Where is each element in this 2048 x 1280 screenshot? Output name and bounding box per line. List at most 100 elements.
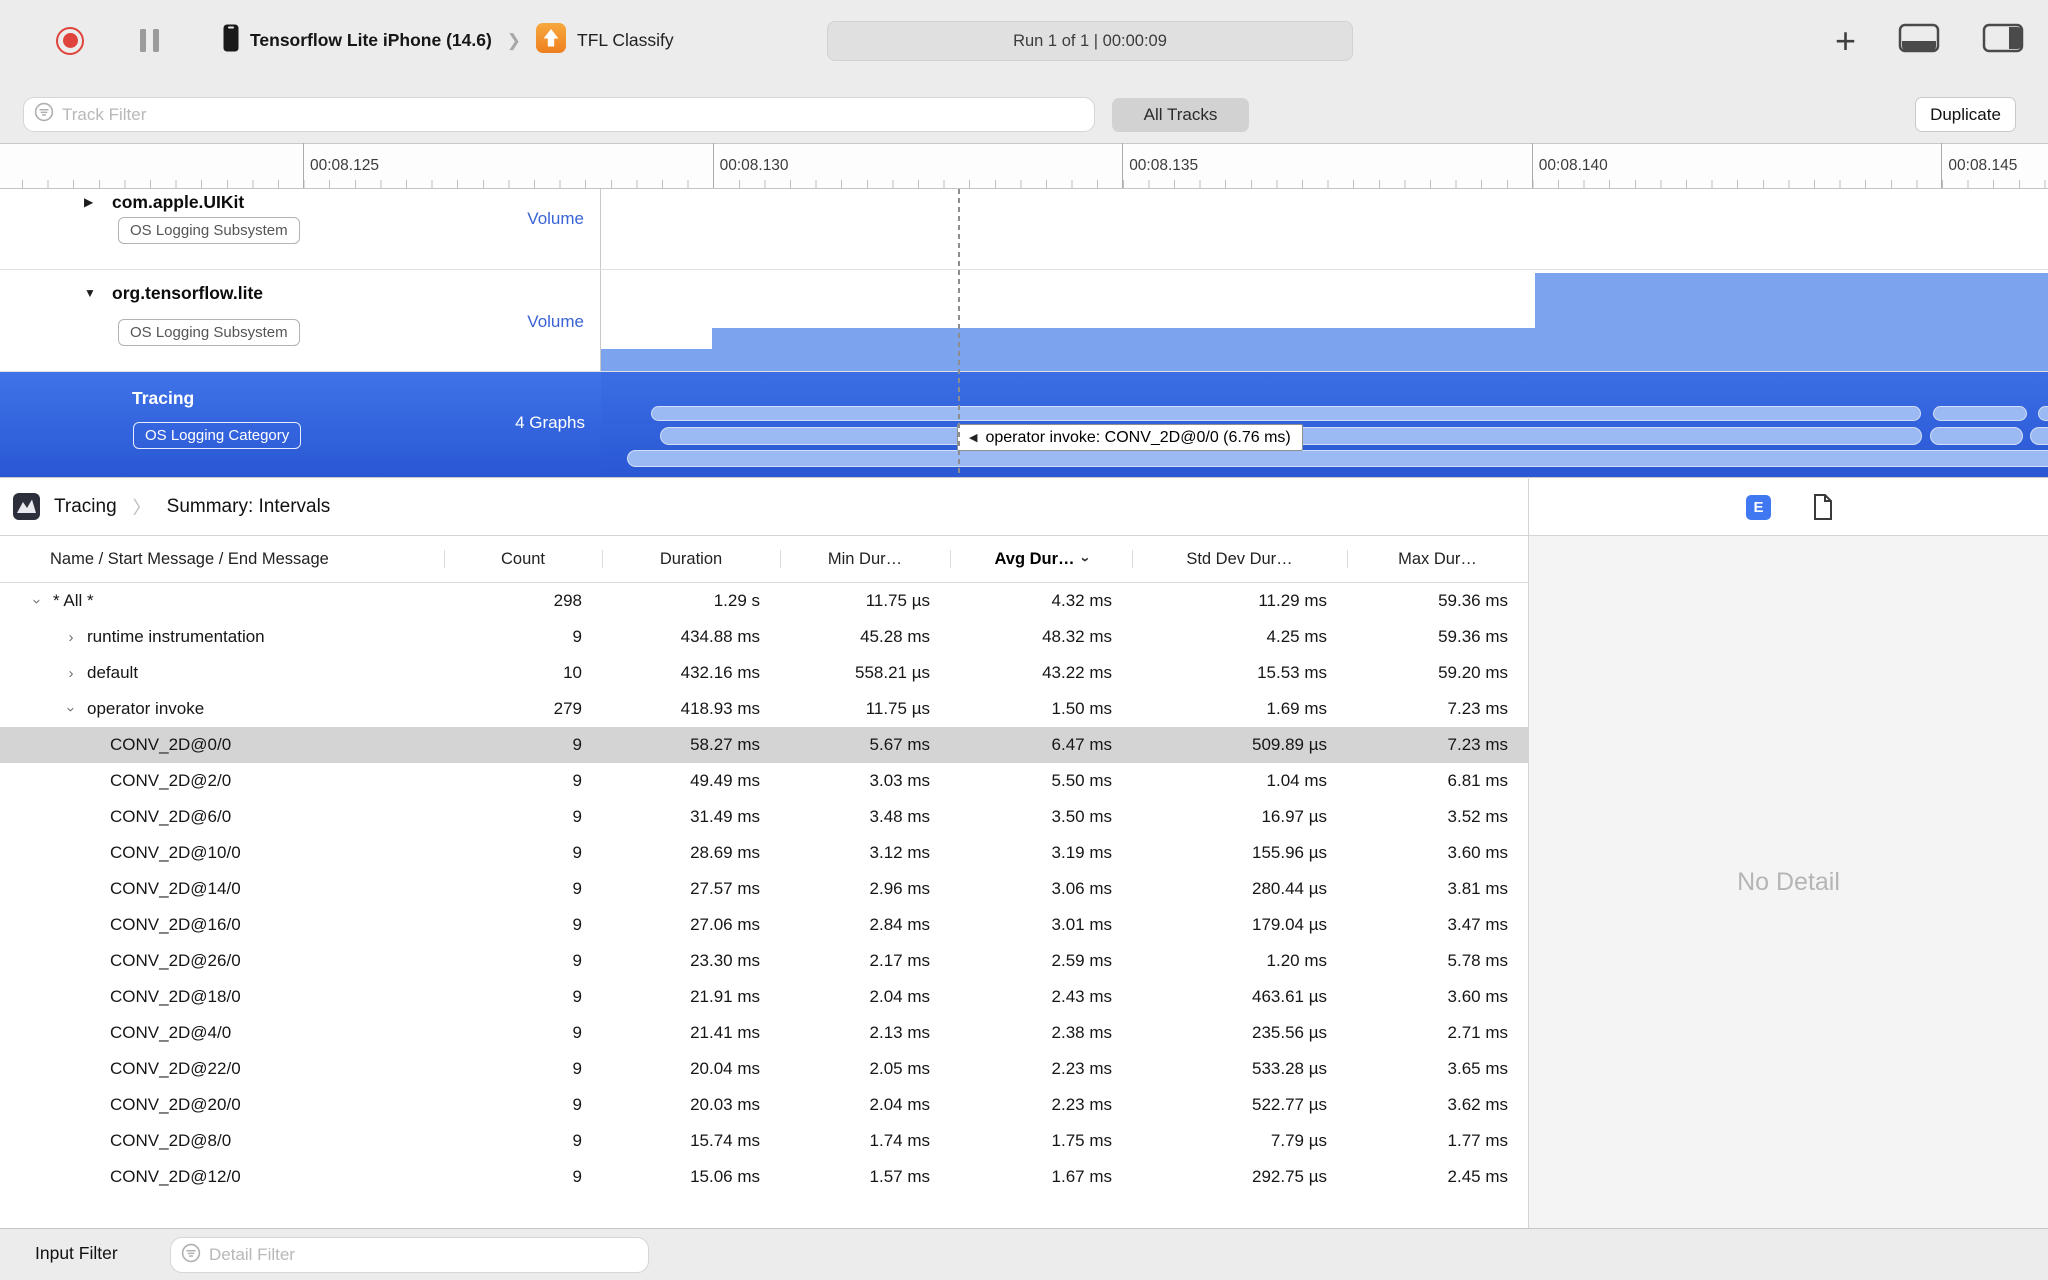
add-instrument-button[interactable]: + [1835, 22, 1856, 59]
track-meta[interactable]: Volume [527, 209, 584, 229]
chevron-right-icon: ❯ [506, 30, 522, 50]
table-row[interactable]: ›CONV_2D@18/0 9 21.91 ms 2.04 ms 2.43 ms… [0, 979, 1528, 1015]
track-label-tracing[interactable]: Tracing OS Logging Category 4 Graphs [0, 372, 601, 477]
table-row[interactable]: ›CONV_2D@16/0 9 27.06 ms 2.84 ms 3.01 ms… [0, 907, 1528, 943]
row-duration: 58.27 ms [690, 735, 760, 754]
track-label-uikit[interactable]: ▶ com.apple.UIKit OS Logging Subsystem V… [0, 189, 601, 269]
table-row[interactable]: ›CONV_2D@20/0 9 20.03 ms 2.04 ms 2.23 ms… [0, 1087, 1528, 1123]
track-timeline-tensorflow[interactable] [601, 270, 2048, 371]
table-row[interactable]: › runtime instrumentation 9 434.88 ms 45.… [0, 619, 1528, 655]
track-meta[interactable]: 4 Graphs [515, 413, 585, 433]
table-row[interactable]: ›CONV_2D@8/0 9 15.74 ms 1.74 ms 1.75 ms … [0, 1123, 1528, 1159]
intervals-table-body: › * All * 298 1.29 s 11.75 µs 4.32 ms 11.… [0, 583, 1528, 1195]
row-max-duration: 59.36 ms [1438, 591, 1508, 610]
iphone-icon [223, 24, 239, 57]
interval-bar[interactable] [1933, 406, 2027, 421]
row-min-duration: 2.84 ms [869, 915, 930, 934]
disclosure-chevron[interactable]: › [63, 665, 79, 682]
row-name: CONV_2D@14/0 [110, 879, 241, 898]
app-icon [536, 23, 567, 58]
playhead[interactable] [958, 189, 960, 477]
toggle-bottom-pane-button[interactable] [1898, 23, 1940, 58]
track-badge: OS Logging Subsystem [118, 319, 300, 346]
detail-filter-input[interactable] [209, 1245, 648, 1265]
column-header-stddev[interactable]: Std Dev Dur… [1132, 550, 1347, 569]
track-filter-input[interactable] [62, 104, 1094, 125]
row-count: 9 [572, 1059, 582, 1078]
column-header-max[interactable]: Max Dur… [1347, 550, 1528, 569]
table-row[interactable]: › operator invoke 279 418.93 ms 11.75 µs … [0, 691, 1528, 727]
pause-button[interactable] [140, 29, 159, 52]
row-max-duration: 3.81 ms [1447, 879, 1508, 898]
disclosure-collapsed-icon[interactable]: ▶ [84, 195, 93, 209]
track-meta[interactable]: Volume [527, 312, 584, 332]
track-timeline-tracing[interactable]: ◀ operator invoke: CONV_2D@0/0 (6.76 ms) [601, 372, 2048, 477]
row-min-duration: 2.05 ms [869, 1059, 930, 1078]
detail-filter-field[interactable] [170, 1237, 649, 1273]
row-min-duration: 3.48 ms [869, 807, 930, 826]
interval-bar[interactable] [627, 450, 2048, 467]
disclosure-chevron[interactable]: › [63, 629, 79, 646]
row-duration: 432.16 ms [680, 663, 760, 682]
track-name: Tracing [132, 388, 195, 408]
extended-detail-button[interactable]: E [1746, 495, 1771, 520]
table-row[interactable]: › * All * 298 1.29 s 11.75 µs 4.32 ms 11.… [0, 583, 1528, 619]
column-header-count[interactable]: Count [444, 550, 602, 569]
row-name: runtime instrumentation [87, 627, 265, 646]
panel-divider[interactable] [1528, 477, 1529, 1228]
row-name: operator invoke [87, 699, 205, 718]
row-name: CONV_2D@26/0 [110, 951, 241, 970]
table-row[interactable]: ›CONV_2D@12/0 9 15.06 ms 1.57 ms 1.67 ms… [0, 1159, 1528, 1195]
breadcrumb-root[interactable]: Tracing [54, 496, 117, 518]
interval-bar[interactable] [1930, 427, 2023, 445]
toggle-right-pane-button[interactable] [1982, 23, 2024, 58]
column-header-duration[interactable]: Duration [602, 550, 780, 569]
column-header-min[interactable]: Min Dur… [780, 550, 950, 569]
table-row[interactable]: ›CONV_2D@2/0 9 49.49 ms 3.03 ms 5.50 ms … [0, 763, 1528, 799]
target-selector[interactable]: Tensorflow Lite iPhone (14.6) ❯ TFL Clas… [223, 23, 674, 58]
interval-bar[interactable] [2038, 406, 2048, 421]
table-row[interactable]: ›CONV_2D@26/0 9 23.30 ms 2.17 ms 2.59 ms… [0, 943, 1528, 979]
all-tracks-button[interactable]: All Tracks [1112, 98, 1249, 132]
interval-bar[interactable] [2030, 427, 2048, 445]
row-min-duration: 1.57 ms [869, 1167, 930, 1186]
table-row[interactable]: ›CONV_2D@6/0 9 31.49 ms 3.48 ms 3.50 ms … [0, 799, 1528, 835]
table-row[interactable]: ›CONV_2D@0/0 9 58.27 ms 5.67 ms 6.47 ms … [0, 727, 1528, 763]
table-row[interactable]: ›CONV_2D@10/0 9 28.69 ms 3.12 ms 3.19 ms… [0, 835, 1528, 871]
disclosure-chevron[interactable]: › [63, 701, 80, 717]
row-name: CONV_2D@20/0 [110, 1095, 241, 1114]
track-name: com.apple.UIKit [112, 192, 245, 212]
track-filter-field[interactable] [23, 97, 1095, 132]
row-avg-duration: 3.01 ms [1051, 915, 1112, 934]
disclosure-chevron[interactable]: › [29, 593, 46, 609]
timeline-ruler[interactable]: 00:08.125 00:08.130 00:08.135 00:08.140 00:0… [0, 143, 2048, 189]
row-avg-duration: 6.47 ms [1051, 735, 1112, 754]
column-header-avg[interactable]: Avg Dur… › [950, 550, 1132, 569]
row-min-duration: 3.12 ms [869, 843, 930, 862]
duplicate-button[interactable]: Duplicate [1915, 97, 2016, 132]
track-row-tracing: Tracing OS Logging Category 4 Graphs ◀ o… [0, 372, 2048, 477]
interval-bar[interactable] [651, 406, 1921, 421]
disclosure-expanded-icon[interactable]: ▼ [84, 286, 96, 300]
row-max-duration: 3.65 ms [1447, 1059, 1508, 1078]
track-label-tensorflow[interactable]: ▼ org.tensorflow.lite OS Logging Subsyst… [0, 270, 601, 371]
track-timeline-uikit[interactable] [601, 189, 2048, 269]
table-row[interactable]: › default 10 432.16 ms 558.21 µs 43.22 ms… [0, 655, 1528, 691]
track-badge: OS Logging Subsystem [118, 217, 300, 244]
row-duration: 20.03 ms [690, 1095, 760, 1114]
ruler-label: 00:08.135 [1122, 143, 1198, 188]
record-button[interactable] [56, 26, 84, 55]
column-header-name[interactable]: Name / Start Message / End Message [0, 550, 444, 569]
row-stddev-duration: 16.97 µs [1261, 807, 1327, 826]
table-row[interactable]: ›CONV_2D@4/0 9 21.41 ms 2.13 ms 2.38 ms … [0, 1015, 1528, 1051]
row-max-duration: 2.71 ms [1447, 1023, 1508, 1042]
breadcrumb-page[interactable]: Summary: Intervals [167, 496, 331, 518]
row-count: 9 [572, 915, 582, 934]
row-max-duration: 59.20 ms [1438, 663, 1508, 682]
table-row[interactable]: ›CONV_2D@22/0 9 20.04 ms 2.05 ms 2.23 ms… [0, 1051, 1528, 1087]
row-stddev-duration: 11.29 ms [1258, 591, 1327, 610]
row-avg-duration: 2.43 ms [1051, 987, 1112, 1006]
table-row[interactable]: ›CONV_2D@14/0 9 27.57 ms 2.96 ms 3.06 ms… [0, 871, 1528, 907]
document-icon[interactable] [1812, 493, 1834, 521]
row-name: CONV_2D@8/0 [110, 1131, 232, 1150]
